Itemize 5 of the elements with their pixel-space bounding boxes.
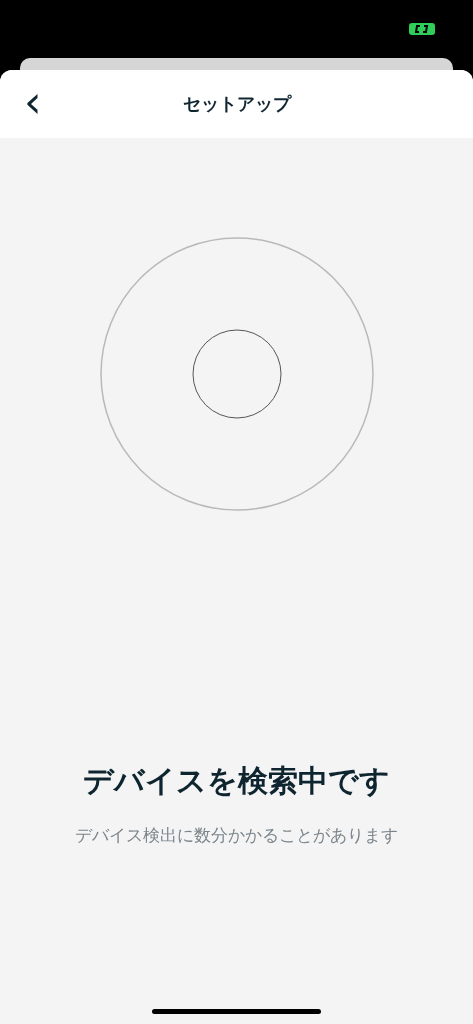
- status-heading: デバイスを検索中です: [83, 762, 390, 800]
- status-subtitle: デバイス検出に数分かかることがあります: [75, 824, 398, 847]
- back-button[interactable]: ‹: [18, 84, 48, 120]
- status-icon: [409, 23, 435, 35]
- screen-title: セットアップ: [182, 92, 291, 116]
